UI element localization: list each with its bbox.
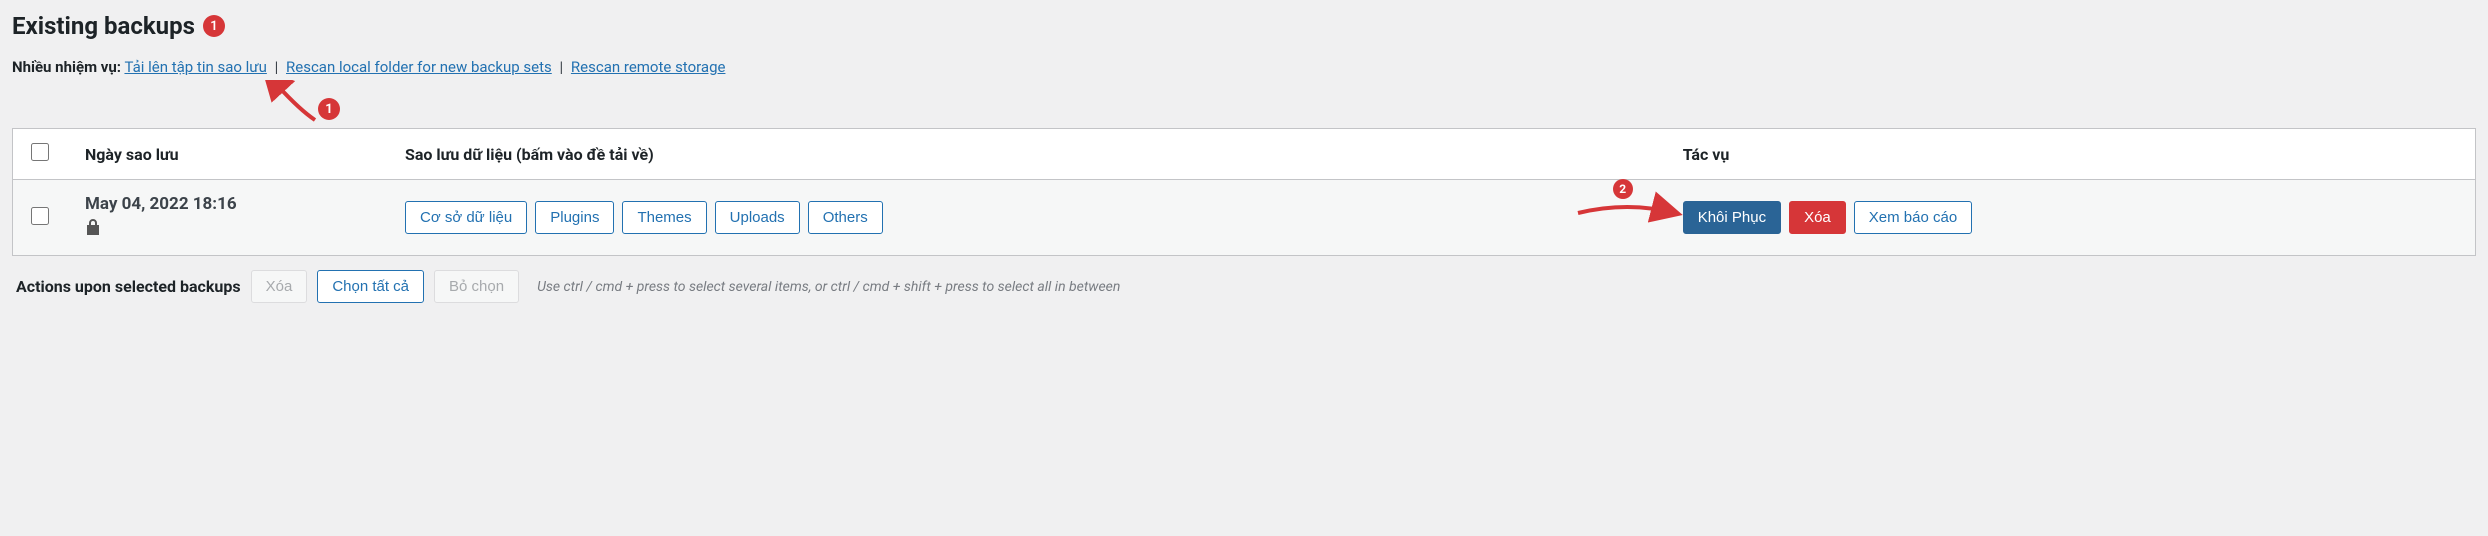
rescan-local-link[interactable]: Rescan local folder for new backup sets [286, 58, 552, 76]
select-all-checkbox[interactable] [31, 143, 49, 161]
backup-date: May 04, 2022 18:16 [85, 194, 369, 214]
page-title: Existing backups [12, 12, 195, 40]
annotation-badge-2: 2 [1613, 179, 1633, 199]
download-uploads-button[interactable]: Uploads [715, 201, 800, 234]
column-header-data: Sao lưu dữ liệu (bấm vào đề tải về) [387, 129, 1665, 180]
row-checkbox[interactable] [31, 207, 49, 225]
separator: | [560, 58, 564, 76]
bulk-actions-label: Actions upon selected backups [16, 277, 241, 296]
table-row: May 04, 2022 18:16 Cơ sở dữ liệu Plugins… [13, 180, 2476, 256]
download-themes-button[interactable]: Themes [622, 201, 706, 234]
column-header-actions: Tác vụ [1665, 129, 2476, 180]
separator: | [275, 58, 279, 76]
view-report-button[interactable]: Xem báo cáo [1854, 201, 1972, 234]
download-others-button[interactable]: Others [808, 201, 883, 234]
column-header-date: Ngày sao lưu [67, 129, 387, 180]
lock-icon [85, 218, 369, 241]
rescan-remote-link[interactable]: Rescan remote storage [571, 58, 726, 76]
backups-table: Ngày sao lưu Sao lưu dữ liệu (bấm vào đề… [12, 128, 2476, 256]
download-db-button[interactable]: Cơ sở dữ liệu [405, 201, 527, 234]
restore-button[interactable]: Khôi Phục [1683, 201, 1781, 234]
annotation-badge-1: 1 [318, 98, 340, 120]
annotation-arrow-2: 2 [1573, 191, 1683, 231]
select-all-button[interactable]: Chọn tất cả [317, 270, 424, 303]
tasks-label: Nhiều nhiệm vụ: [12, 58, 121, 76]
bulk-delete-button[interactable]: Xóa [251, 270, 308, 303]
deselect-button[interactable]: Bỏ chọn [434, 270, 519, 303]
selection-hint: Use ctrl / cmd + press to select several… [537, 279, 1120, 295]
delete-button[interactable]: Xóa [1789, 201, 1846, 234]
backup-count-badge: 1 [203, 15, 225, 37]
annotation-arrow-1: 1 [260, 80, 340, 134]
download-plugins-button[interactable]: Plugins [535, 201, 614, 234]
upload-backup-link[interactable]: Tải lên tập tin sao lưu [124, 58, 266, 76]
